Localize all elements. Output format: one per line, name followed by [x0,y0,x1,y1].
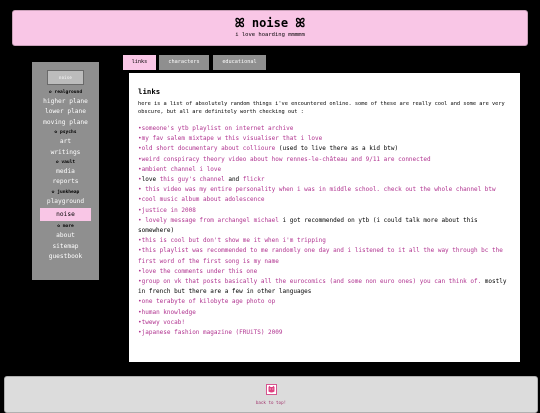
list-item: •someone's ytb playlist on internet arch… [138,124,513,134]
nav-lower-plane[interactable]: lower plane [32,107,99,117]
list-item: •ambient channel i love [138,165,513,175]
content-intro: here is a list of absolutely random thin… [138,101,505,115]
nav-noise[interactable]: noise [40,208,91,222]
nav-art[interactable]: art [32,137,99,147]
list-item: •japanese fashion magazine (FRUiTS) 2009 [138,328,513,338]
list-item: •my fav salem mixtape w this visualiser … [138,134,513,144]
list-item: •love this guy's channel and flickr [138,175,513,185]
item-link[interactable]: someone's ytb playlist on internet archi… [142,125,294,132]
nav-higher-plane[interactable]: higher plane [32,97,99,107]
item-link[interactable]: ambient channel i love [142,166,221,173]
item-text: (used to live there as a kid btw) [275,145,399,153]
list-item: •human knowledge [138,308,513,318]
list-item: •one terabyte of kilobyte age photo op [138,297,513,307]
item-link[interactable]: old short documentary about collioure [142,145,276,152]
nav-about[interactable]: about [32,231,99,241]
section-more: ✿ more [57,224,74,230]
list-item: •twewy vocab! [138,318,513,328]
nav-reports[interactable]: reports [32,177,99,187]
pink-cat-icon [265,384,277,395]
list-item: • lovely message from archangel michael … [138,216,513,236]
item-text: love [141,176,160,184]
list-item: •love the comments under this one [138,267,513,277]
section-realground: ✿ realground [48,90,83,95]
list-item: •this is cool but don't show me it when … [138,236,513,246]
item-link[interactable]: one terabyte of kilobyte age photo op [142,298,276,305]
item-link[interactable]: weird conspiracy theory video about how … [142,156,431,163]
item-link[interactable]: lovely message from archangel michael [142,217,279,224]
site-header: ꕤ noise ꕤ i love hoarding mmmmm [12,10,528,46]
item-link[interactable]: love the comments under this one [142,268,258,275]
item-link[interactable]: flickr [243,176,265,183]
content-heading: links [138,87,161,96]
item-link[interactable]: twewy vocab! [142,319,185,326]
nav-guestbook[interactable]: guestbook [32,252,99,262]
section-psychs: ✿ psychs [54,130,77,136]
item-link[interactable]: cool music album about adolescence [142,196,265,203]
nav-moving-plane[interactable]: moving plane [32,118,99,128]
section-vault: ✿ vault [55,159,76,165]
item-link[interactable]: my fav salem mixtape w this visualiser t… [142,135,323,142]
item-link[interactable]: this playlist was recommended to me rand… [138,247,503,264]
nav-writings[interactable]: writings [32,148,99,158]
item-link[interactable]: group on vk that posts basically all the… [142,278,482,285]
section-junkheap: ✿ junkheap [51,189,80,195]
item-link[interactable]: this video was my entire personality whe… [142,186,495,193]
item-link[interactable]: justice in 2008 [142,207,196,214]
item-link[interactable]: this guy's channel [160,176,225,183]
item-link[interactable]: this is cool but don't show me it when i… [142,237,326,244]
nav-media[interactable]: media [32,167,99,177]
back-to-top-link[interactable]: back to top! [5,400,537,405]
nav-sitemap[interactable]: sitemap [32,242,99,252]
site-logo[interactable]: noise [47,70,84,85]
item-link[interactable]: human knowledge [142,309,196,316]
list-item: •cool music album about adolescence [138,195,513,205]
list-item: •justice in 2008 [138,206,513,216]
list-item: • this video was my entire personality w… [138,185,513,195]
nav-playground[interactable]: playground [32,197,99,207]
tab-educational[interactable]: educational [213,55,266,70]
item-link[interactable]: japanese fashion magazine (FRUiTS) 2009 [142,329,283,336]
item-text: and [224,176,243,184]
site-footer: back to top! [4,376,538,413]
site-subtitle: i love hoarding mmmmm [235,32,305,38]
list-item: •weird conspiracy theory video about how… [138,155,513,165]
content-panel: links here is a list of absolutely rando… [129,73,520,362]
list-item: •old short documentary about collioure (… [138,144,513,154]
sidebar-nav: noise ✿ realground higher plane lower pl… [32,62,99,280]
list-item: •this playlist was recommended to me ran… [138,246,513,266]
links-list: •someone's ytb playlist on internet arch… [138,124,513,338]
tab-links[interactable]: links [123,55,156,70]
site-title: ꕤ noise ꕤ [234,16,306,30]
list-item: •group on vk that posts basically all th… [138,277,513,297]
tab-characters[interactable]: characters [159,55,209,70]
